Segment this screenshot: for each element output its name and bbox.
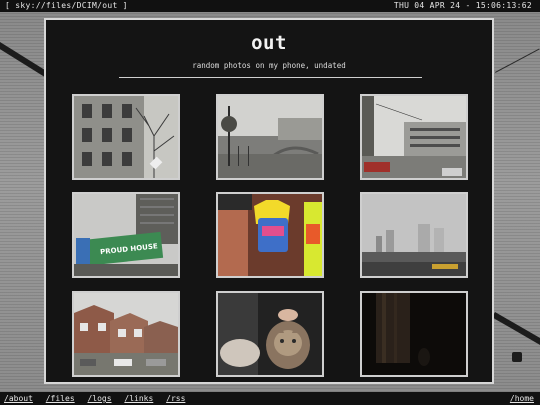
photo-dark-room [362,293,466,375]
nav-link-rss[interactable]: /rss [166,394,185,403]
photo-thumb[interactable] [72,94,180,180]
file-path: [ sky://files/DCIM/out ] [5,1,128,10]
nav-link-links[interactable]: /links [124,394,153,403]
gallery-panel: out random photos on my phone, undated P… [44,18,494,384]
decor-lamp-right [512,352,522,362]
photo-thumb[interactable] [360,192,468,278]
photo-street [362,96,466,178]
photo-shop-window [218,194,322,276]
divider [119,77,422,78]
photo-thumb[interactable] [360,291,468,377]
page-subtitle: random photos on my phone, undated [192,61,346,70]
photo-old-building [74,96,178,178]
nav-link-logs[interactable]: /logs [87,394,111,403]
photo-thumb[interactable] [216,192,324,278]
nav-link-files[interactable]: /files [46,394,75,403]
photo-thumb[interactable] [216,291,324,377]
photo-foggy-skyline [362,194,466,276]
photo-thumb[interactable] [360,94,468,180]
nav-link-about[interactable]: /about [4,394,33,403]
photo-canal [218,96,322,178]
photo-sign-building: PROUD HOUSE [74,194,178,276]
footer-links: /about /files /logs /links /rss [4,392,193,405]
photo-terraced-houses [74,293,178,375]
decor-pole-right [492,312,540,348]
top-status-bar: [ sky://files/DCIM/out ] THU 04 APR 24 -… [0,0,540,12]
photo-thumb[interactable] [216,94,324,180]
decor-wire-right [495,48,540,73]
bottom-nav-bar: /about /files /logs /links /rss /home [0,392,540,405]
clock: THU 04 APR 24 - 15:06:13:62 [393,1,532,10]
photo-thumb[interactable]: PROUD HOUSE [72,192,180,278]
photo-thumb[interactable] [72,291,180,377]
nav-link-home[interactable]: /home [510,392,534,405]
photo-cat [218,293,322,375]
page-title: out [251,32,287,54]
